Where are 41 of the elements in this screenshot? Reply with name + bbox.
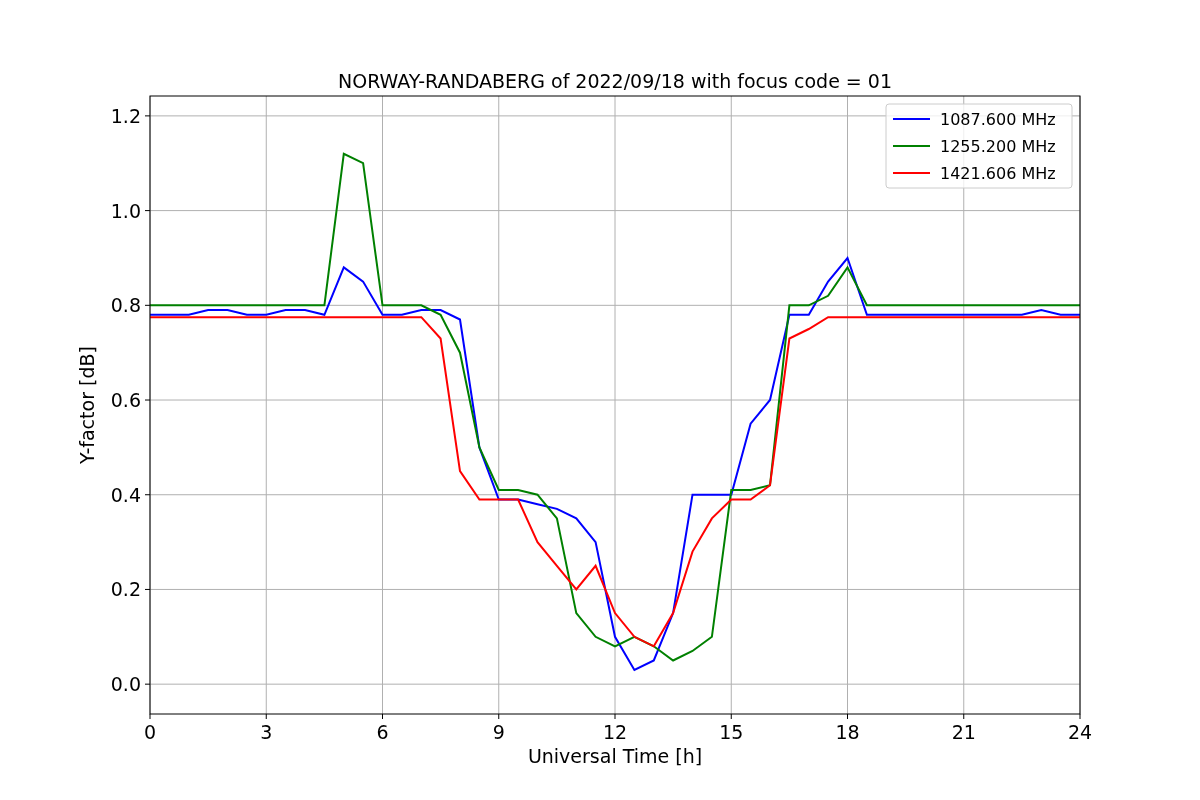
x-tick-label: 12	[602, 721, 628, 743]
x-tick-label: 21	[951, 721, 976, 743]
legend-line-icon	[892, 145, 931, 147]
y-tick-label: 1.0	[110, 199, 141, 222]
y-tick-label: 0.8	[110, 294, 141, 317]
x-tick-label: 24	[1067, 721, 1093, 743]
x-tick-label: 6	[376, 721, 389, 743]
legend-line-icon	[892, 118, 931, 120]
tick-mark	[963, 713, 965, 720]
tick-mark	[144, 683, 151, 685]
tick-mark	[144, 210, 151, 212]
legend-line-icon	[892, 172, 931, 174]
tick-mark	[847, 713, 848, 720]
x-axis-label: Universal Time [h]	[527, 745, 703, 767]
legend-label: 1087.600 MHz	[940, 110, 1056, 129]
y-tick-label: 0.6	[110, 389, 141, 412]
tick-mark	[614, 713, 616, 720]
y-axis-label: Y-factor [dB]	[76, 346, 98, 464]
tick-mark	[144, 115, 151, 117]
legend-label: 1255.200 MHz	[940, 137, 1056, 156]
y-tick-label: 0.0	[110, 673, 141, 696]
x-tick-label: 15	[719, 721, 744, 743]
tick-mark	[144, 588, 151, 590]
tick-mark	[498, 713, 500, 720]
chart-title: NORWAY-RANDABERG of 2022/09/18 with focus code = 01	[338, 70, 892, 92]
y-tick-label: 0.4	[110, 483, 141, 506]
tick-mark	[149, 713, 151, 720]
x-tick-label: 18	[835, 721, 860, 743]
x-tick-label: 0	[143, 721, 157, 743]
tick-mark	[265, 713, 267, 720]
tick-mark	[144, 494, 151, 496]
legend-label: 1421.606 MHz	[940, 164, 1056, 183]
x-tick-label: 9	[492, 721, 505, 743]
tick-mark	[144, 399, 151, 401]
tick-mark	[1079, 713, 1081, 720]
y-tick-label: 1.2	[110, 104, 141, 127]
y-tick-label: 0.2	[110, 578, 141, 601]
tick-mark	[730, 713, 732, 720]
tick-mark	[144, 304, 151, 306]
x-tick-label: 3	[260, 721, 273, 743]
tick-mark	[382, 713, 383, 720]
